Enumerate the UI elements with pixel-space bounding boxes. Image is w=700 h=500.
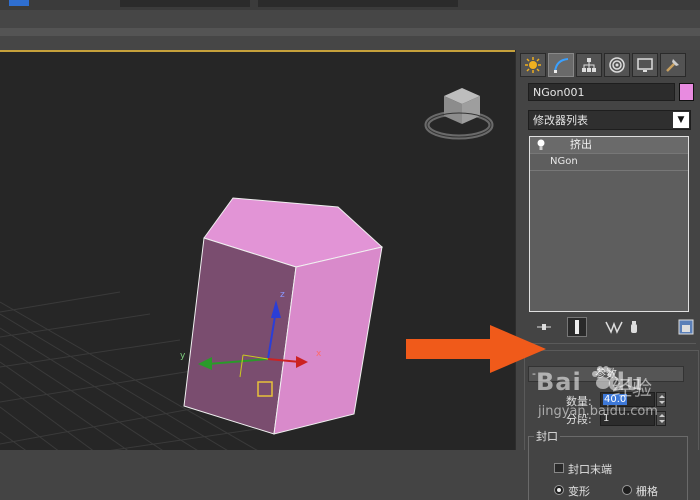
perspective-viewport[interactable]: z x y — [0, 50, 515, 450]
hierarchy-tab-icon[interactable] — [576, 53, 602, 77]
modifier-stack-item-extrude[interactable]: 挤出 — [530, 137, 688, 154]
ribbon-strip — [0, 28, 700, 36]
watermark-url: jingyan.baidu.com — [538, 404, 658, 419]
create-tab-icon[interactable] — [520, 53, 546, 77]
stack-toolbar — [528, 316, 696, 340]
gizmo-x-label: x — [316, 349, 322, 359]
command-panel-tabs — [520, 53, 686, 79]
show-end-result-icon[interactable] — [567, 317, 587, 337]
modifier-stack: 挤出 NGon — [529, 136, 689, 312]
grid-radio[interactable] — [622, 485, 632, 495]
watermark: Bai du 经验 jingyan.baidu.com — [536, 360, 696, 450]
gizmo-z-label: z — [280, 290, 285, 300]
toolbar-group — [120, 0, 250, 7]
modifier-stack-label: 挤出 — [570, 138, 592, 151]
remove-modifier-icon[interactable] — [624, 317, 644, 337]
modifier-stack-item-ngon[interactable]: NGon — [530, 154, 688, 171]
make-unique-icon[interactable] — [604, 317, 624, 337]
ribbon-bar — [0, 10, 700, 51]
modifier-list-dropdown[interactable]: 修改器列表 ▼ — [528, 110, 691, 130]
grid-label: 栅格 — [636, 485, 658, 498]
object-name-field[interactable]: NGon001 — [528, 83, 675, 101]
cap-end-label: 封口末端 — [568, 463, 612, 476]
display-tab-icon[interactable] — [632, 53, 658, 77]
morph-radio[interactable] — [554, 485, 564, 495]
lightbulb-icon[interactable] — [536, 139, 546, 151]
chevron-down-icon[interactable]: ▼ — [673, 112, 689, 128]
watermark-cn: 经验 — [612, 376, 652, 400]
viewport-scene: z x y — [0, 88, 494, 450]
divider — [524, 343, 696, 344]
cap-end-checkbox[interactable] — [554, 463, 564, 473]
object-color-swatch[interactable] — [679, 83, 694, 101]
utilities-tab-icon[interactable] — [660, 53, 686, 77]
motion-tab-icon[interactable] — [604, 53, 630, 77]
viewcube[interactable] — [424, 88, 494, 140]
morph-label: 变形 — [568, 485, 590, 498]
configure-sets-icon[interactable] — [676, 317, 696, 337]
toolbar-active-button[interactable] — [9, 0, 29, 6]
toolbar-group — [258, 0, 458, 7]
modifier-list-label: 修改器列表 — [533, 114, 588, 127]
ngon-extruded-object[interactable] — [183, 197, 384, 435]
arrow-annotation-icon — [406, 325, 546, 373]
modifier-stack-label: NGon — [550, 156, 578, 167]
gizmo-y-label: y — [180, 351, 186, 361]
modify-tab-icon[interactable] — [548, 53, 574, 77]
